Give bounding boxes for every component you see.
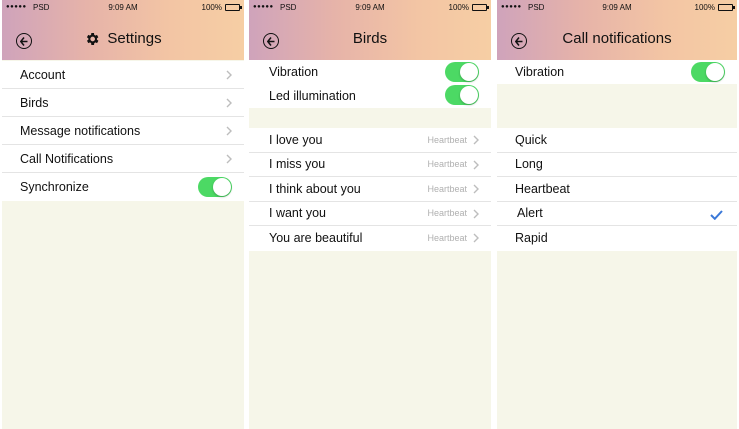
sound-value: Heartbeat xyxy=(427,159,467,170)
page-title: Birds xyxy=(352,30,388,47)
chevron-right-icon xyxy=(226,98,232,108)
checkmark-icon xyxy=(710,209,723,220)
option-label: Rapid xyxy=(515,231,548,246)
settings-item-birds[interactable]: Birds xyxy=(2,89,244,117)
toggle-label: Vibration xyxy=(269,65,319,79)
sound-value: Heartbeat xyxy=(427,233,467,244)
option-quick[interactable]: Quick xyxy=(497,128,737,153)
toggle-label: Vibration xyxy=(515,65,565,79)
vibration-row: Vibration xyxy=(249,60,491,84)
status-bar: ●●●●● PSD 9:09 AM 100% xyxy=(497,0,737,16)
chevron-right-icon xyxy=(226,154,232,164)
list-item[interactable]: You are beautiful Heartbeat xyxy=(249,226,491,251)
list-item[interactable]: I think about you Heartbeat xyxy=(249,177,491,202)
call-toggle-list: Vibration xyxy=(497,60,737,84)
message-label: I want you xyxy=(269,206,326,221)
option-label: Alert xyxy=(517,206,543,221)
option-long[interactable]: Long xyxy=(497,153,737,177)
chevron-right-icon xyxy=(226,126,232,136)
option-rapid[interactable]: Rapid xyxy=(497,226,737,251)
message-label: I miss you xyxy=(269,157,326,172)
chevron-right-icon xyxy=(473,160,479,169)
option-label: Long xyxy=(515,157,543,172)
gear-icon xyxy=(87,32,99,45)
option-alert[interactable]: Alert xyxy=(497,202,737,226)
chevron-right-icon xyxy=(473,184,479,194)
message-label: You are beautiful xyxy=(269,231,363,246)
page-title: Settings xyxy=(84,30,162,47)
chevron-right-icon xyxy=(473,209,479,218)
birds-toggle-list: Vibration Led illumination xyxy=(249,60,491,108)
header: ●●●●● PSD 9:09 AM 100% Birds xyxy=(249,0,491,60)
header: ●●●●● PSD 9:09 AM 100% Call notification… xyxy=(497,0,737,60)
settings-list: Account Birds Message notifications Call… xyxy=(2,61,244,201)
vibration-toggle[interactable] xyxy=(445,62,479,82)
battery-icon xyxy=(225,4,242,11)
settings-item-call-notifications[interactable]: Call Notifications xyxy=(2,145,244,173)
battery-icon xyxy=(472,4,489,11)
list-item[interactable]: I miss you Heartbeat xyxy=(249,153,491,177)
settings-item-label: Birds xyxy=(20,95,49,110)
sound-value: Heartbeat xyxy=(427,208,467,219)
page-title-text: Settings xyxy=(107,30,162,47)
birds-screen: ●●●●● PSD 9:09 AM 100% Birds Vibration L… xyxy=(249,0,491,429)
message-label: I think about you xyxy=(269,181,361,196)
option-heartbeat[interactable]: Heartbeat xyxy=(497,177,737,202)
sound-value: Heartbeat xyxy=(427,134,467,145)
header: ●●●●● PSD 9:09 AM 100% Settings xyxy=(2,0,244,60)
status-bar: ●●●●● PSD 9:09 AM 100% xyxy=(249,0,491,16)
call-sound-options: Quick Long Heartbeat Alert Rapid xyxy=(497,128,737,251)
settings-item-account[interactable]: Account xyxy=(2,61,244,89)
chevron-right-icon xyxy=(226,70,232,80)
birds-message-list: I love you Heartbeat I miss you Heartbea… xyxy=(249,128,491,251)
led-illumination-toggle[interactable] xyxy=(445,85,479,105)
status-bar: ●●●●● PSD 9:09 AM 100% xyxy=(2,0,244,16)
option-label: Heartbeat xyxy=(515,181,570,196)
chevron-right-icon xyxy=(473,135,479,145)
settings-screen: ●●●●● PSD 9:09 AM 100% Settings Account xyxy=(2,0,244,429)
settings-item-label: Synchronize xyxy=(20,180,89,194)
battery-icon xyxy=(718,4,735,11)
settings-item-label: Account xyxy=(20,67,66,82)
vibration-toggle[interactable] xyxy=(691,62,725,82)
option-label: Quick xyxy=(515,132,547,147)
led-illumination-row: Led illumination xyxy=(249,84,491,108)
call-notifications-screen: ●●●●● PSD 9:09 AM 100% Call notification… xyxy=(497,0,737,429)
battery-percent: 100% xyxy=(201,3,222,12)
sound-value: Heartbeat xyxy=(427,183,467,194)
settings-item-label: Message notifications xyxy=(20,123,141,138)
list-item[interactable]: I love you Heartbeat xyxy=(249,128,491,153)
settings-item-message-notifications[interactable]: Message notifications xyxy=(2,117,244,145)
list-item[interactable]: I want you Heartbeat xyxy=(249,202,491,226)
battery-percent: 100% xyxy=(448,3,469,12)
settings-item-label: Call Notifications xyxy=(20,151,114,166)
battery-percent: 100% xyxy=(694,3,715,12)
vibration-row: Vibration xyxy=(497,60,737,84)
settings-item-synchronize: Synchronize xyxy=(2,173,244,201)
toggle-label: Led illumination xyxy=(269,89,356,103)
synchronize-toggle[interactable] xyxy=(198,177,232,197)
page-title: Call notifications xyxy=(562,30,672,47)
chevron-right-icon xyxy=(473,233,479,243)
message-label: I love you xyxy=(269,132,323,147)
